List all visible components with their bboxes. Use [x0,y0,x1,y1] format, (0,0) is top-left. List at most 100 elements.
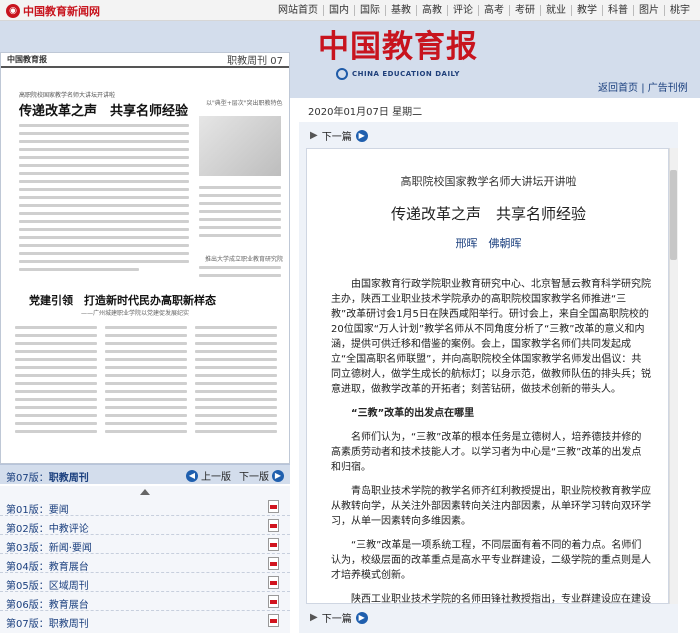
current-edition-name[interactable]: 职教周刊 [49,473,89,484]
preview-text-line [105,342,187,345]
pdf-icon[interactable] [268,538,279,551]
page-preview[interactable]: 中国教育报 职教周刊 07 高职院校国家教学名师大讲坛开讲啦 传递改革之声 共享… [0,52,290,464]
preview-text-line [19,252,189,255]
nav-basic-edu[interactable]: 基教 [386,5,417,16]
nav-international[interactable]: 国际 [355,5,386,16]
nav-higher-edu[interactable]: 高教 [417,5,448,16]
preview-text-line [195,326,277,329]
nav-teaching[interactable]: 教学 [572,5,603,16]
pdf-icon[interactable] [268,595,279,608]
edition-list: 第01版：要闻 第02版：中教评论 第03版：新闻·要闻 第04版：教育展台 第… [0,486,290,633]
preview-text-line [15,374,97,377]
nav-comment[interactable]: 评论 [448,5,479,16]
edition-item-name[interactable]: 新闻·要闻 [49,543,92,554]
preview-text-line [19,156,189,159]
next-article-bottom[interactable]: ▶ 下一篇 ▶ [310,610,371,625]
next-edition-icon[interactable]: ▶ [272,469,284,482]
edition-item[interactable]: 第01版：要闻 [0,498,290,516]
edition-item[interactable]: 第03版：新闻·要闻 [0,536,290,554]
preview-text-line [105,414,187,417]
pdf-icon[interactable] [268,576,279,589]
preview-text-line [19,164,189,167]
preview-text-line [105,326,187,329]
preview-headline-2[interactable]: 党建引领 打造新时代民办高职新样态 [29,292,216,308]
next-article-button-bottom[interactable]: 下一篇 [322,610,352,625]
preview-text-line [105,334,187,337]
preview-text-line [199,210,281,213]
edition-item[interactable]: 第05版：区域周刊 [0,574,290,592]
preview-text-line [19,220,189,223]
preview-text-line [105,430,187,433]
site-logo[interactable]: ◉ 中国教育新闻网 [6,2,100,19]
nav-photos[interactable]: 图片 [634,5,665,16]
edition-item-name[interactable]: 教育展台 [49,600,89,611]
preview-text-line [195,422,277,425]
ad-rates-link[interactable]: 广告刊例 [648,83,688,94]
preview-text-line [105,406,187,409]
preview-text-line [15,350,97,353]
edition-item-name[interactable]: 教育展台 [49,562,89,573]
preview-text-line [105,398,187,401]
edition-item-name[interactable]: 职教周刊 [49,619,89,630]
preview-text-line [19,260,189,263]
edition-item[interactable]: 第04版：教育展台 [0,555,290,573]
pdf-icon[interactable] [268,519,279,532]
next-article-icon[interactable]: ▶ [355,129,368,142]
article-paragraph: 陕西工业职业技术学院的名师田锋社教授指出，专业群建设应在建设的逻辑起点、技术技能… [351,594,651,604]
nav-domestic[interactable]: 国内 [324,5,355,16]
masthead-title: 中国教育报 [318,29,478,65]
preview-headline-1[interactable]: 传递改革之声 共享名师经验 [19,100,188,119]
pdf-icon[interactable] [268,557,279,570]
preview-text-line [19,204,189,207]
back-home-link[interactable]: 返回首页 [598,83,638,94]
preview-text-line [195,430,277,433]
preview-text-line [199,186,281,189]
preview-text-line [19,196,189,199]
edition-pager: ◀ 上一版 下一版 ▶ [186,468,284,483]
preview-side-1[interactable]: 以"典型+层次"突出职教特色 [206,98,283,107]
bullet-icon: ▶ [310,612,318,623]
nav-home[interactable]: 网站首页 [273,5,324,16]
preview-text-line [19,172,189,175]
nav-jobs[interactable]: 就业 [541,5,572,16]
preview-body: 高职院校国家教学名师大讲坛开讲啦 传递改革之声 共享名师经验 以"典型+层次"突… [1,68,289,458]
preview-side-2[interactable]: 推出大学成立职业教育研究院 [205,254,283,263]
preview-text-line [199,266,281,269]
next-edition-button[interactable]: 下一版 [239,468,269,483]
preview-text-line [195,374,277,377]
pdf-icon[interactable] [268,614,279,627]
edition-item[interactable]: 第02版：中教评论 [0,517,290,535]
preview-text-line [195,334,277,337]
edition-item[interactable]: 第06版：教育展台 [0,593,290,611]
article-title: 传递改革之声 共享名师经验 [390,205,586,223]
preview-text-line [195,382,277,385]
preview-text-line [19,140,189,143]
preview-text-line [195,350,277,353]
current-edition-num: 第07版： [6,473,49,484]
edition-item[interactable]: 第07版：职教周刊 [0,612,290,630]
prev-edition-button[interactable]: 上一版 [201,468,231,483]
nav-kaoyan[interactable]: 考研 [510,5,541,16]
next-article-button[interactable]: 下一篇 [322,128,352,143]
preview-text-line [19,124,189,127]
next-article-icon[interactable]: ▶ [355,611,368,624]
scroll-up-icon[interactable] [140,489,150,495]
nav-science[interactable]: 科普 [603,5,634,16]
main-nav: 网站首页 国内 国际 基教 高教 评论 高考 考研 就业 教学 科普 图片 桃宇 [273,0,695,21]
edition-item-name[interactable]: 区域周刊 [49,581,89,592]
article-scroll-thumb[interactable] [670,170,677,260]
preview-text-line [195,390,277,393]
site-emblem-icon: ◉ [6,3,20,18]
pdf-icon[interactable] [268,500,279,513]
preview-text-line [195,398,277,401]
nav-gaokao[interactable]: 高考 [479,5,510,16]
edition-item-name[interactable]: 要闻 [49,505,69,516]
prev-edition-icon[interactable]: ◀ [186,469,198,482]
preview-text-line [19,268,139,271]
nav-taoyu[interactable]: 桃宇 [665,5,695,16]
next-article-top[interactable]: ▶ 下一篇 ▶ [310,128,371,143]
issue-date: 2020年01月07日 星期二 [308,107,423,118]
preview-text-line [195,342,277,345]
edition-item-name[interactable]: 中教评论 [49,524,89,535]
article-paragraph: 青岛职业技术学院的教学名师齐红利教授提出，职业院校教育教学应从教转向学，从关注外… [331,486,651,527]
